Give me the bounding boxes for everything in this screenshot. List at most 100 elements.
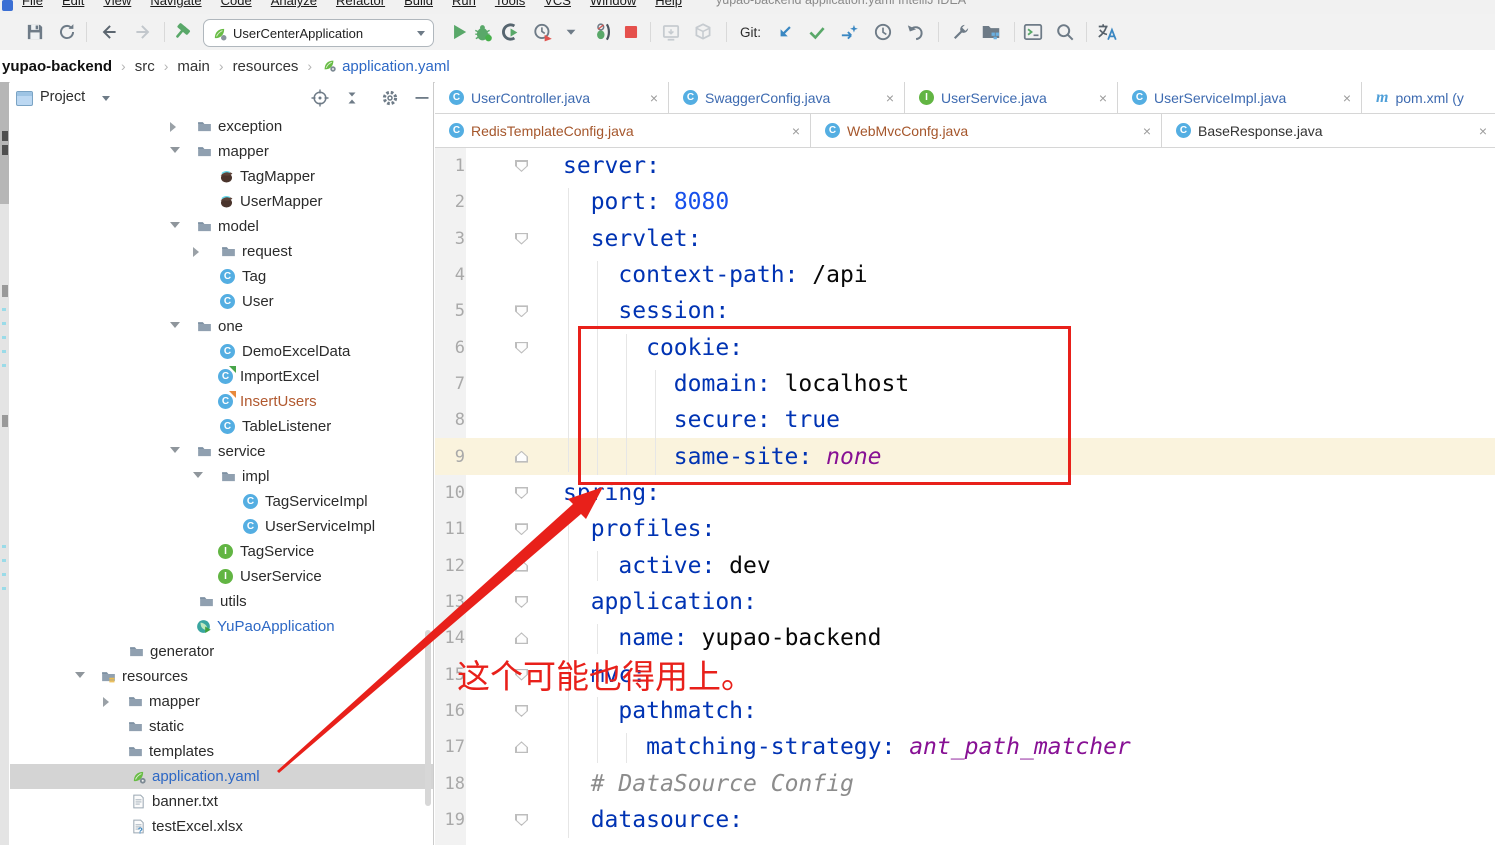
tab-SwaggerConfig.java[interactable]: CSwaggerConfig.java× (669, 82, 905, 113)
chevron-down-icon[interactable] (193, 472, 203, 478)
breadcrumb-item-src[interactable]: src (135, 58, 155, 75)
chevron-down-icon[interactable] (170, 447, 180, 453)
tree-item-service[interactable]: service (10, 439, 433, 464)
tab-UserService.java[interactable]: IUserService.java× (905, 82, 1118, 113)
tree-item-generator[interactable]: generator (10, 639, 433, 664)
tree-item-YuPaoApplication[interactable]: YuPaoApplication (10, 614, 433, 639)
tab-pom.xml-y[interactable]: mpom.xml (y (1362, 82, 1495, 113)
tree-item-application.yaml[interactable]: application.yaml (10, 764, 433, 789)
tree-item-model[interactable]: model (10, 214, 433, 239)
collapse-all-icon[interactable] (342, 88, 362, 108)
sync-icon[interactable] (56, 21, 78, 43)
profiler-icon[interactable] (532, 21, 554, 43)
tree-item-templates[interactable]: templates (10, 739, 433, 764)
code-line[interactable]: 11 profiles: (435, 511, 1495, 548)
tab-UserServiceImpl.java[interactable]: CUserServiceImpl.java× (1118, 82, 1362, 113)
fold-up-icon[interactable] (515, 741, 528, 753)
fold-down-icon[interactable] (515, 160, 528, 172)
project-panel-title[interactable]: Project (40, 89, 85, 105)
tree-item-TagService[interactable]: ITagService (10, 539, 433, 564)
menu-item-refactor[interactable]: Refactor (336, 0, 385, 8)
tree-item-banner.txt[interactable]: banner.txt (10, 789, 433, 814)
breadcrumb-item-main[interactable]: main (177, 58, 210, 75)
menu-item-navigate[interactable]: Navigate (150, 0, 201, 8)
tree-item-TagMapper[interactable]: TagMapper (10, 164, 433, 189)
tree-item-resources[interactable]: resources (10, 664, 433, 689)
menu-item-tools[interactable]: Tools (495, 0, 525, 8)
stop-icon[interactable] (620, 21, 642, 43)
fold-up-icon[interactable] (515, 451, 528, 463)
tree-item-request[interactable]: request (10, 239, 433, 264)
close-icon[interactable]: × (1099, 91, 1107, 105)
tree-item-utils[interactable]: utils (10, 589, 433, 614)
tree-item-static[interactable]: static (10, 714, 433, 739)
gear-icon[interactable] (380, 88, 400, 108)
close-icon[interactable]: × (792, 124, 800, 138)
menu-item-help[interactable]: Help (655, 0, 682, 8)
tree-item-mapper[interactable]: mapper (10, 689, 433, 714)
chevron-right-icon[interactable] (170, 122, 176, 132)
chevron-down-icon[interactable] (75, 672, 85, 678)
locate-target-icon[interactable] (310, 88, 330, 108)
rollback-icon[interactable] (904, 21, 926, 43)
save-icon[interactable] (24, 21, 46, 43)
tree-item-UserMapper[interactable]: UserMapper (10, 189, 433, 214)
close-icon[interactable]: × (1479, 124, 1487, 138)
chevron-right-icon[interactable] (193, 247, 199, 257)
menu-item-code[interactable]: Code (221, 0, 252, 8)
tree-item-ImportExcel[interactable]: CImportExcel (10, 364, 433, 389)
code-line[interactable]: 13 application: (435, 584, 1495, 621)
close-icon[interactable]: × (886, 91, 894, 105)
tree-item-mapper[interactable]: mapper (10, 139, 433, 164)
fold-down-icon[interactable] (515, 233, 528, 245)
tree-item-one[interactable]: one (10, 314, 433, 339)
code-line[interactable]: 5 session: (435, 293, 1495, 330)
tab-WebMvcConfg.java[interactable]: CWebMvcConfg.java× (811, 114, 1162, 147)
close-icon[interactable]: × (1143, 124, 1151, 138)
code-line[interactable]: 1server: (435, 148, 1495, 185)
tree-item-Tag[interactable]: CTag (10, 264, 433, 289)
git-merge-icon[interactable] (838, 21, 860, 43)
breadcrumb-file[interactable]: application.yaml (342, 58, 450, 75)
menu-item-build[interactable]: Build (404, 0, 433, 8)
code-line[interactable]: 4 context-path: /api (435, 257, 1495, 294)
wrench-icon[interactable] (950, 21, 972, 43)
run-with-coverage-icon[interactable] (499, 21, 521, 43)
hide-panel-icon[interactable] (412, 88, 432, 108)
menu-item-edit[interactable]: Edit (62, 0, 84, 8)
code-line[interactable]: 16 pathmatch: (435, 693, 1495, 730)
chevron-down-icon[interactable] (170, 222, 180, 228)
close-icon[interactable]: × (650, 91, 658, 105)
panel-divider[interactable] (433, 82, 434, 845)
code-line[interactable]: 18 # DataSource Config (435, 766, 1495, 803)
project-structure-icon[interactable] (980, 21, 1002, 43)
code-line[interactable]: 3 servlet: (435, 221, 1495, 258)
fold-up-icon[interactable] (515, 560, 528, 572)
search-icon[interactable] (1054, 21, 1076, 43)
chevron-right-icon[interactable] (103, 697, 109, 707)
tree-item-UserService[interactable]: IUserService (10, 564, 433, 589)
code-line[interactable]: 17 matching-strategy: ant_path_matcher (435, 729, 1495, 766)
menu-item-window[interactable]: Window (590, 0, 636, 8)
history-icon[interactable] (872, 21, 894, 43)
breadcrumb-item-yupao-backend[interactable]: yupao-backend (2, 58, 112, 75)
fold-down-icon[interactable] (515, 487, 528, 499)
tree-item-DemoExcelData[interactable]: CDemoExcelData (10, 339, 433, 364)
close-icon[interactable]: × (1343, 91, 1351, 105)
tree-item-exception[interactable]: exception (10, 114, 433, 139)
tab-RedisTemplateConfig.java[interactable]: CRedisTemplateConfig.java× (435, 114, 811, 147)
run-targets-icon[interactable] (592, 21, 614, 43)
run-configuration-select[interactable]: UserCenterApplication (203, 19, 434, 47)
left-tool-stripe[interactable] (0, 82, 9, 845)
menu-item-file[interactable]: File (22, 0, 43, 8)
fold-up-icon[interactable] (515, 632, 528, 644)
tree-item-TagServiceImpl[interactable]: CTagServiceImpl (10, 489, 433, 514)
translate-icon[interactable] (1096, 21, 1118, 43)
tree-item-TableListener[interactable]: CTableListener (10, 414, 433, 439)
run-icon[interactable] (448, 21, 470, 43)
breadcrumb-item-resources[interactable]: resources (233, 58, 299, 75)
menu-item-analyze[interactable]: Analyze (271, 0, 317, 8)
tree-item-User[interactable]: CUser (10, 289, 433, 314)
chevron-down-icon[interactable] (170, 322, 180, 328)
tree-item-InsertUsers[interactable]: CInsertUsers (10, 389, 433, 414)
